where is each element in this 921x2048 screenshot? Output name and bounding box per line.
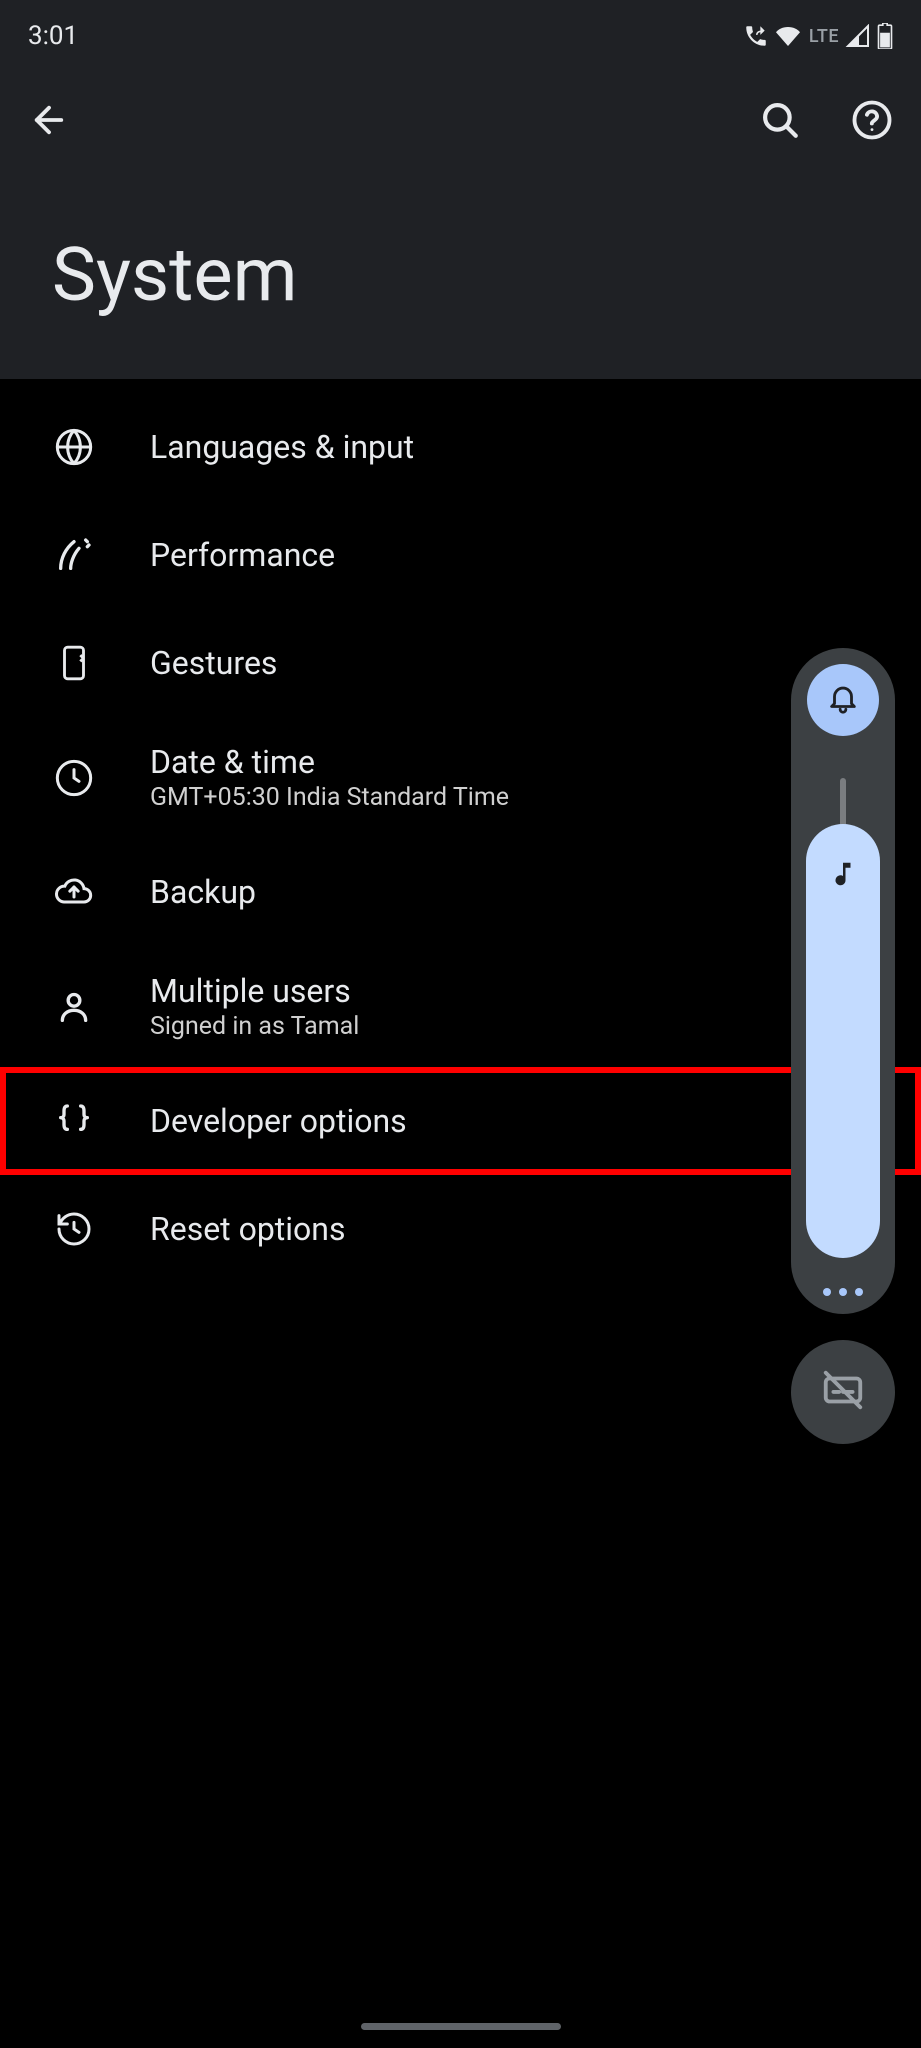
setting-title: Developer options xyxy=(150,1102,407,1140)
clock-icon xyxy=(52,756,96,800)
status-time: 3:01 xyxy=(28,21,78,51)
page-title: System xyxy=(0,172,921,319)
settings-list: Languages & input Performance Gestures D… xyxy=(0,379,921,1283)
setting-title: Backup xyxy=(150,873,256,911)
setting-title: Performance xyxy=(150,536,335,574)
app-bar-region: System xyxy=(0,72,921,379)
music-note-icon xyxy=(828,856,858,896)
setting-backup[interactable]: Backup xyxy=(0,838,921,946)
battery-icon xyxy=(877,23,893,49)
setting-gestures[interactable]: Gestures xyxy=(0,609,921,717)
globe-icon xyxy=(52,425,96,469)
cloud-upload-icon xyxy=(52,870,96,914)
setting-performance[interactable]: Performance xyxy=(0,501,921,609)
setting-multiple-users[interactable]: Multiple users Signed in as Tamal xyxy=(0,946,921,1067)
back-button[interactable] xyxy=(28,99,70,145)
setting-languages-input[interactable]: Languages & input xyxy=(0,393,921,501)
history-icon xyxy=(52,1207,96,1251)
network-type-label: LTE xyxy=(809,26,839,47)
volume-panel xyxy=(791,648,895,1314)
setting-date-time[interactable]: Date & time GMT+05:30 India Standard Tim… xyxy=(0,717,921,838)
setting-subtitle: GMT+05:30 India Standard Time xyxy=(150,783,509,812)
person-icon xyxy=(52,985,96,1029)
search-button[interactable] xyxy=(759,99,801,145)
setting-developer-options[interactable]: Developer options xyxy=(0,1067,921,1175)
ringer-mode-button[interactable] xyxy=(807,664,879,736)
caption-off-icon xyxy=(820,1367,866,1417)
setting-title: Languages & input xyxy=(150,428,414,466)
cellular-signal-icon xyxy=(845,24,871,48)
setting-reset-options[interactable]: Reset options xyxy=(0,1175,921,1283)
app-bar xyxy=(0,72,921,172)
performance-icon xyxy=(52,533,96,577)
gestures-icon xyxy=(52,641,96,685)
setting-subtitle: Signed in as Tamal xyxy=(150,1012,359,1041)
live-caption-button[interactable] xyxy=(791,1340,895,1444)
status-bar: 3:01 LTE xyxy=(0,0,921,72)
setting-title: Reset options xyxy=(150,1210,345,1248)
volume-track-fill xyxy=(806,824,880,1258)
setting-title: Multiple users xyxy=(150,972,359,1010)
wifi-icon xyxy=(775,24,801,48)
volume-more-button[interactable] xyxy=(823,1288,863,1296)
bell-icon xyxy=(826,681,860,719)
code-braces-icon xyxy=(52,1099,96,1143)
status-icons-right: LTE xyxy=(743,23,893,49)
setting-title: Date & time xyxy=(150,743,509,781)
setting-title: Gestures xyxy=(150,644,277,682)
help-button[interactable] xyxy=(851,99,893,145)
wifi-calling-icon xyxy=(743,23,769,49)
gesture-nav-bar[interactable] xyxy=(361,2023,561,2030)
volume-slider[interactable] xyxy=(806,778,880,1258)
volume-track-empty xyxy=(840,778,846,830)
